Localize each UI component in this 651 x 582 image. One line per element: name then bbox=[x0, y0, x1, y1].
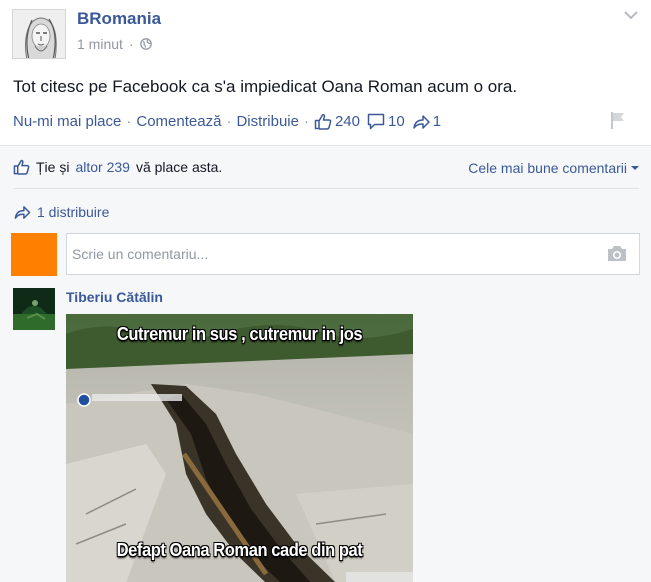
comment-icon bbox=[367, 113, 385, 130]
page-avatar-sketch bbox=[13, 10, 65, 58]
comment-author[interactable]: Tiberiu Cătălin bbox=[66, 289, 163, 305]
caret-down-icon bbox=[631, 166, 639, 170]
share-count[interactable]: 1 bbox=[412, 113, 441, 130]
action-separator: · bbox=[126, 113, 132, 130]
shares-label: 1 distribuire bbox=[37, 204, 110, 220]
post-meta: 1 minut · bbox=[77, 36, 152, 52]
post: BRomania 1 minut · Tot citesc pe Faceboo… bbox=[0, 0, 651, 145]
post-time[interactable]: 1 minut bbox=[77, 36, 123, 52]
comment-sort-dropdown[interactable]: Cele mai bune comentarii bbox=[468, 160, 639, 176]
globe-icon[interactable] bbox=[139, 38, 152, 50]
comment-sort-label: Cele mai bune comentarii bbox=[468, 160, 627, 176]
comment-count[interactable]: 10 bbox=[367, 113, 405, 130]
post-text: Tot citesc pe Facebook ca s'a impiedicat… bbox=[13, 77, 518, 96]
commenter-avatar[interactable] bbox=[13, 288, 55, 330]
share-count-value: 1 bbox=[432, 113, 442, 130]
dot-separator: · bbox=[128, 36, 134, 52]
flag-icon[interactable] bbox=[609, 110, 627, 130]
composer-avatar bbox=[11, 233, 57, 276]
like-count[interactable]: 240 bbox=[314, 113, 360, 130]
share-icon bbox=[412, 115, 430, 129]
camera-icon[interactable] bbox=[607, 245, 627, 262]
page-avatar[interactable] bbox=[12, 9, 66, 59]
page-name[interactable]: BRomania bbox=[77, 9, 161, 29]
comment-input[interactable] bbox=[67, 234, 587, 274]
action-separator: · bbox=[226, 113, 232, 130]
unlike-link[interactable]: Nu-mi mai place bbox=[13, 113, 121, 130]
likes-suffix: vă place asta. bbox=[135, 159, 223, 175]
comment-image[interactable]: Cutremur in sus , cutremur in jos Defapt… bbox=[66, 314, 413, 582]
shares-summary[interactable]: 1 distribuire bbox=[13, 204, 109, 220]
comment-link[interactable]: Comentează bbox=[136, 113, 221, 130]
share-icon bbox=[14, 206, 31, 219]
comment-count-value: 10 bbox=[388, 113, 405, 130]
commenter-avatar-photo bbox=[13, 288, 55, 330]
comment-composer[interactable] bbox=[66, 233, 640, 275]
likes-summary: Ție și altor 239 vă place asta. bbox=[13, 159, 222, 175]
post-actions: Nu-mi mai place · Comentează · Distribui… bbox=[13, 113, 448, 130]
divider bbox=[13, 188, 639, 189]
likes-prefix: Ție și bbox=[36, 159, 70, 175]
feedback-area: Ție și altor 239 vă place asta. Cele mai… bbox=[0, 145, 651, 582]
like-icon bbox=[13, 159, 30, 175]
meme-top-caption: Cutremur in sus , cutremur in jos bbox=[116, 324, 363, 344]
action-separator: · bbox=[303, 113, 309, 130]
share-link[interactable]: Distribuie bbox=[236, 113, 299, 130]
chevron-down-icon[interactable] bbox=[623, 8, 639, 22]
like-icon bbox=[314, 113, 332, 130]
meme-bottom-caption: Defapt Oana Roman cade din pat bbox=[116, 540, 363, 560]
likes-others-link[interactable]: altor 239 bbox=[75, 159, 129, 175]
like-count-value: 240 bbox=[334, 113, 360, 130]
